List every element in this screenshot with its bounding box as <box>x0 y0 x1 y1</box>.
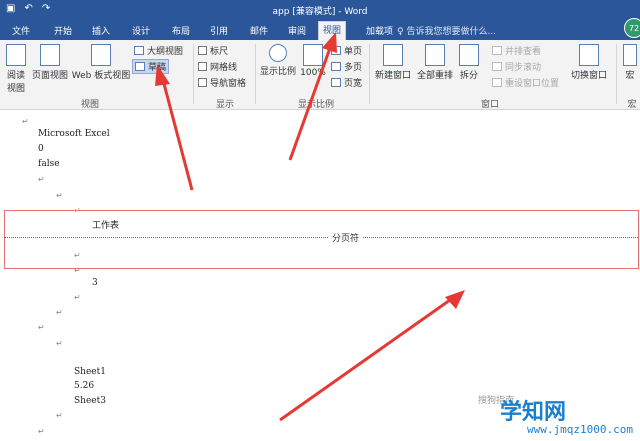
ribbon-tabs: 文件 开始 插入 设计 布局 引用 邮件 审阅 视图 加载项 ♀ 告诉我您想要做… <box>0 20 640 40</box>
web-layout-button[interactable]: Web 板式视图 <box>70 44 132 81</box>
document-canvas[interactable]: ↵ Microsoft Excel 0 false ↵ ↵ ↵ 工作表 分页符 … <box>0 111 640 441</box>
magnifier-icon <box>269 44 287 62</box>
sync-scroll-icon <box>492 62 502 71</box>
avatar[interactable]: 72 <box>624 18 640 38</box>
one-page-icon <box>331 46 341 55</box>
tab-insert[interactable]: 插入 <box>88 23 114 38</box>
paragraph-mark: ↵ <box>56 308 63 317</box>
reset-position-button[interactable]: 重设窗口位置 <box>492 76 559 89</box>
draft-icon <box>135 62 145 71</box>
paragraph-mark: ↵ <box>56 339 63 348</box>
doc-line: 3 <box>92 278 98 288</box>
print-layout-button[interactable]: 页面视图 <box>31 44 69 81</box>
window-group-label: 窗口 <box>480 100 499 110</box>
title-bar: ▣ ↶ ↷ app [兼容模式] - Word <box>0 0 640 20</box>
multi-page-button[interactable]: 多页 <box>331 60 362 73</box>
macro-icon <box>623 44 637 66</box>
paragraph-mark: ↵ <box>74 266 81 275</box>
outline-button[interactable]: 大纲视图 <box>134 44 183 57</box>
doc-line: Sheet1 <box>74 367 106 377</box>
zoom-100-button[interactable]: 100% <box>300 44 326 78</box>
show-group-label: 显示 <box>215 100 234 110</box>
separator <box>193 44 194 104</box>
arrange-all-button[interactable]: 全部重排 <box>414 44 456 81</box>
macros-button[interactable]: 宏 <box>620 44 640 81</box>
page-width-button[interactable]: 页宽 <box>331 76 362 89</box>
doc-line: Microsoft Excel <box>38 129 110 139</box>
tab-home[interactable]: 开始 <box>50 23 76 38</box>
doc-line: 5.26 <box>74 381 95 391</box>
side-by-side-button[interactable]: 并排查看 <box>492 44 541 57</box>
new-window-button[interactable]: 新建窗口 <box>372 44 414 81</box>
macros-group-label: 宏 <box>627 100 637 110</box>
zoom-group-label: 显示比例 <box>297 100 334 110</box>
switch-windows-button[interactable]: 切换窗口 <box>567 44 611 81</box>
window-title: app [兼容模式] - Word <box>272 7 368 17</box>
new-window-icon <box>383 44 403 66</box>
split-button[interactable]: 拆分 <box>456 44 482 81</box>
separator <box>369 44 370 104</box>
paragraph-mark: ↵ <box>38 427 45 436</box>
multi-page-icon <box>331 62 341 71</box>
tab-addins[interactable]: 加载项 <box>362 23 397 38</box>
tab-review[interactable]: 审阅 <box>284 23 310 38</box>
page-icon <box>40 44 60 66</box>
gridlines-checkbox[interactable]: 网格线 <box>198 60 237 73</box>
separator <box>616 44 617 104</box>
read-mode-button[interactable]: 阅读 视图 <box>3 44 29 94</box>
paragraph-mark: ↵ <box>38 323 45 332</box>
tab-design[interactable]: 设计 <box>128 23 154 38</box>
book-icon <box>6 44 26 66</box>
tab-mailings[interactable]: 邮件 <box>246 23 272 38</box>
tab-references[interactable]: 引用 <box>206 23 232 38</box>
tab-file[interactable]: 文件 <box>8 23 34 38</box>
split-icon <box>459 44 479 66</box>
paragraph-mark: ↵ <box>56 191 63 200</box>
side-by-side-icon <box>492 46 502 55</box>
doc-line: 0 <box>38 144 44 154</box>
draft-button[interactable]: 草稿 <box>132 59 170 74</box>
site-logo-url: www.jmqz1000.com <box>527 423 633 436</box>
reset-position-icon <box>492 78 502 87</box>
page-break-line <box>4 237 638 238</box>
paragraph-mark: ↵ <box>38 175 45 184</box>
outline-icon <box>134 46 144 55</box>
page-break-label: 分页符 <box>329 231 363 244</box>
paragraph-mark: ↵ <box>56 411 63 420</box>
tab-layout[interactable]: 布局 <box>168 23 194 38</box>
globe-icon <box>91 44 111 66</box>
ribbon: 阅读 视图 页面视图 Web 板式视图 大纲视图 草稿 视图 标尺 网格线 导航… <box>0 40 640 110</box>
paragraph-mark: ↵ <box>22 117 29 126</box>
tell-me-search[interactable]: ♀ 告诉我您想要做什么... <box>397 24 496 37</box>
nav-pane-checkbox[interactable]: 导航窗格 <box>198 76 246 89</box>
one-page-button[interactable]: 单页 <box>331 44 362 57</box>
zoom-100-icon <box>303 44 323 66</box>
switch-windows-icon <box>579 44 599 66</box>
paragraph-mark: ↵ <box>74 251 81 260</box>
views-group-label: 视图 <box>80 100 99 110</box>
ruler-checkbox[interactable]: 标尺 <box>198 44 228 57</box>
site-logo: 学知网 <box>500 400 567 425</box>
tab-view[interactable]: 视图 <box>318 21 347 40</box>
arrange-all-icon <box>425 44 445 66</box>
paragraph-mark: ↵ <box>74 293 81 302</box>
doc-line: false <box>38 159 60 169</box>
separator <box>255 44 256 104</box>
doc-line: Sheet3 <box>74 396 106 406</box>
page-width-icon <box>331 78 341 87</box>
doc-line: 工作表 <box>92 221 120 231</box>
zoom-button[interactable]: 显示比例 <box>258 44 298 77</box>
sync-scroll-button[interactable]: 同步滚动 <box>492 60 541 73</box>
